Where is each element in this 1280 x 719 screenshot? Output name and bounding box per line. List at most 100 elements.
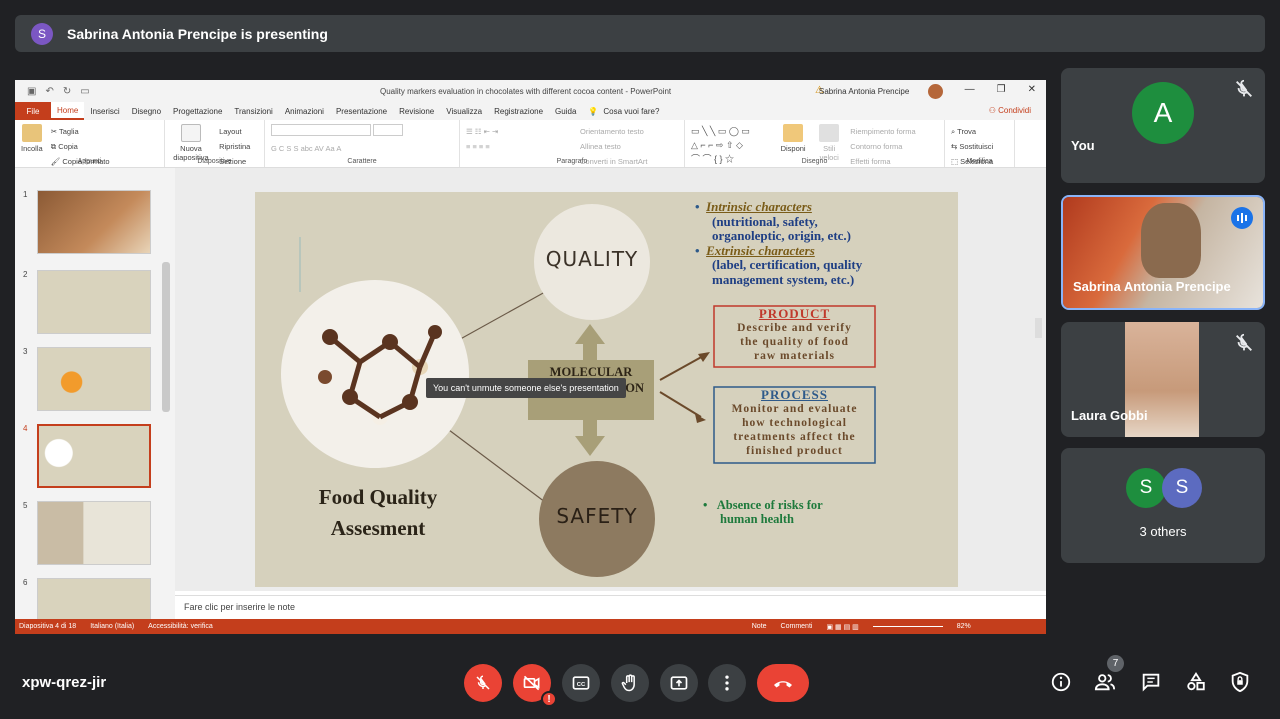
camera-toggle-button[interactable]: ! — [513, 664, 557, 707]
accessibility-indicator[interactable]: Accessibilità: verifica — [148, 623, 213, 630]
host-controls-icon — [1231, 671, 1249, 693]
tab-inserisci[interactable]: Inserisci — [84, 102, 125, 120]
arrange-icon — [783, 124, 804, 142]
people-button[interactable] — [1093, 670, 1117, 694]
thumbnails-scrollbar[interactable] — [162, 262, 170, 412]
tab-guida[interactable]: Guida — [549, 102, 582, 120]
present-button[interactable] — [660, 664, 698, 702]
tab-presentazione[interactable]: Presentazione — [330, 102, 393, 120]
mic-off-icon — [1236, 333, 1252, 351]
presenting-text: Sabrina Antonia Prencipe is presenting — [67, 25, 328, 42]
layout-button[interactable]: Layout — [219, 124, 250, 139]
font-size-select[interactable] — [373, 124, 404, 136]
arrow-up — [575, 324, 605, 360]
chat-button[interactable] — [1139, 670, 1163, 694]
group-paragrafo: Orientamento testo Allinea testo Convert… — [460, 120, 685, 167]
ripristina-button[interactable]: Ripristina — [219, 139, 250, 154]
sostituisci-button[interactable]: ⇆ Sostituisci — [951, 139, 1008, 154]
meeting-code: xpw-qrez-jir — [22, 674, 107, 691]
share-button[interactable]: ⚇ Condividi — [989, 106, 1031, 115]
participant-tile-sabrina[interactable]: Sabrina Antonia Prencipe — [1061, 195, 1265, 310]
ppt-user-avatar[interactable] — [928, 84, 943, 99]
zoom-slider[interactable] — [872, 626, 943, 627]
riempimento-forma-button[interactable]: Riempimento forma — [850, 124, 915, 139]
redo-icon[interactable]: ↻ — [63, 86, 71, 97]
restore-icon[interactable]: ❐ — [997, 84, 1006, 95]
view-buttons[interactable]: ▣ ▦ ▤ ▥ — [826, 623, 858, 631]
tab-file[interactable]: File — [15, 102, 51, 120]
tab-animazioni[interactable]: Animazioni — [279, 102, 330, 120]
food-quality-title: Food Quality Assesment — [318, 485, 438, 540]
tab-revisione[interactable]: Revisione — [393, 102, 440, 120]
font-format-buttons[interactable]: G C S S abc AV Aa A — [271, 141, 453, 156]
slide-thumbnails: 1 2 3 4 5 6 — [15, 168, 175, 619]
group-label: Paragrafo — [556, 158, 588, 165]
participant-tile-you[interactable]: A You — [1061, 68, 1265, 183]
extrinsic-title: Extrinsic characters — [706, 242, 815, 258]
participant-count-badge: 7 — [1107, 655, 1124, 672]
group-appunti: Incolla ✂ Taglia ⧉ Copia 🖌 Copia formato… — [15, 120, 165, 167]
arrow-to-process — [659, 391, 702, 418]
incolla-button[interactable]: Incolla — [21, 124, 43, 153]
minimize-icon[interactable]: — — [965, 84, 975, 95]
participant-name: You — [1071, 138, 1095, 153]
language-indicator[interactable]: Italiano (Italia) — [90, 623, 134, 630]
disponi-button[interactable]: Disponi — [778, 124, 808, 153]
tab-visualizza[interactable]: Visualizza — [440, 102, 488, 120]
group-carattere: G C S S abc AV Aa A Carattere — [265, 120, 460, 167]
tab-registrazione[interactable]: Registrazione — [488, 102, 549, 120]
quick-access-toolbar: ▣ ↶ ↻ ▭ — [27, 86, 90, 97]
people-icon — [1094, 674, 1116, 691]
group-label: Modifica — [966, 158, 993, 165]
close-icon[interactable]: ✕ — [1028, 84, 1036, 95]
nuova-diapositiva-button[interactable]: Nuova diapositiva — [171, 124, 211, 162]
arrow-down — [575, 420, 605, 456]
avatar: A — [1132, 82, 1194, 144]
font-name-select[interactable] — [271, 124, 371, 136]
trova-button[interactable]: ⌕ Trova — [951, 124, 1008, 139]
tab-disegno[interactable]: Disegno — [126, 102, 167, 120]
participant-tile-others[interactable]: S S 3 others — [1061, 448, 1265, 563]
group-disegno: ▭ ╲ ╲ ▭ ◯ ▭ △ ⌐ ⌐ ⇨ ⇧ ◇ ⌒ ⌒ { } ☆ Disponi … — [685, 120, 945, 167]
activities-button[interactable] — [1184, 670, 1208, 694]
present-from-start-icon[interactable]: ▭ — [80, 86, 89, 97]
safety-label: SAFETY — [556, 504, 638, 528]
taglia-button[interactable]: ✂ Taglia — [51, 124, 110, 139]
captions-button[interactable]: CC — [562, 664, 600, 702]
allinea-testo-button[interactable]: Allinea testo — [580, 139, 648, 154]
raise-hand-button[interactable] — [611, 664, 649, 702]
person-icon: ⚇ — [988, 106, 999, 115]
meeting-details-button[interactable] — [1049, 670, 1073, 694]
slide-scrollbar[interactable] — [1035, 318, 1042, 338]
chat-icon — [1142, 673, 1160, 692]
connector-quality — [454, 291, 546, 343]
end-call-button[interactable] — [757, 664, 809, 702]
copia-button[interactable]: ⧉ Copia — [51, 139, 110, 154]
new-slide-icon — [181, 124, 201, 142]
participant-tile-laura[interactable]: Laura Gobbi — [1061, 322, 1265, 437]
camera-warning-badge-icon: ! — [541, 691, 557, 707]
thumbnail-image — [37, 270, 151, 334]
zoom-level[interactable]: 82% — [957, 623, 971, 630]
orientamento-testo-button[interactable]: Orientamento testo — [580, 124, 648, 139]
contorno-forma-button[interactable]: Contorno forma — [850, 139, 915, 154]
scissors-icon: ✂ — [50, 127, 60, 136]
save-icon[interactable]: ▣ — [27, 86, 36, 97]
tab-progettazione[interactable]: Progettazione — [167, 102, 228, 120]
stili-veloci-button[interactable]: Stili veloci — [816, 124, 842, 162]
thumbnail-image — [37, 424, 151, 488]
more-options-button[interactable] — [708, 664, 746, 702]
notes-pane[interactable]: Fare clic per inserire le note — [175, 595, 1046, 619]
present-icon — [670, 676, 688, 690]
comments-toggle[interactable]: Commenti — [781, 623, 813, 630]
tab-transizioni[interactable]: Transizioni — [228, 102, 278, 120]
notes-toggle[interactable]: Note — [752, 623, 767, 630]
tell-me-search[interactable]: 💡 Cosa vuoi fare? — [582, 102, 665, 120]
window-controls: — ❐ ✕ — [965, 84, 1036, 95]
host-controls-button[interactable] — [1228, 670, 1252, 694]
mic-toggle-button[interactable] — [464, 664, 502, 702]
arrow-to-product — [659, 354, 706, 381]
presenting-banner: S Sabrina Antonia Prencipe is presenting — [15, 15, 1265, 52]
tab-home[interactable]: Home — [51, 102, 85, 120]
undo-icon[interactable]: ↶ — [45, 86, 53, 97]
